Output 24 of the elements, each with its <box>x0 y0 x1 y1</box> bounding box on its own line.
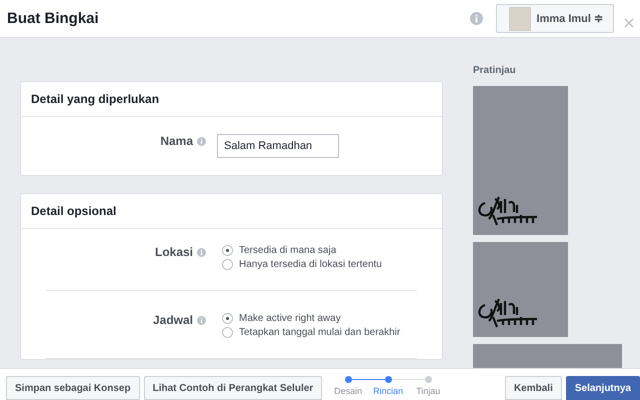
next-button[interactable]: Selanjutnya <box>566 376 640 400</box>
radio-option[interactable]: Make active right away <box>222 313 400 324</box>
card-title: Detail yang diperlukan <box>21 82 442 117</box>
back-button[interactable]: Kembali <box>504 376 562 400</box>
field-label: Jadwal <box>152 313 193 327</box>
info-icon[interactable] <box>197 248 206 256</box>
footer-button[interactable]: Simpan sebagai Konsep <box>6 376 140 400</box>
info-icon[interactable] <box>470 12 483 25</box>
info-icon[interactable] <box>197 136 206 146</box>
window-title: Buat Bingkai <box>7 10 100 27</box>
photo-placeholder <box>508 6 531 30</box>
footer-button[interactable]: Lihat Contoh di Perangkat Seluler <box>144 376 322 400</box>
preview-title: Pratinjau <box>473 65 517 76</box>
radio-option[interactable]: Tetapkan tanggal mulai dan berakhir <box>222 327 400 338</box>
close-icon[interactable] <box>624 18 634 28</box>
field-label: Nama <box>160 134 193 148</box>
info-icon[interactable] <box>197 316 206 324</box>
name-input[interactable]: Salam Ramadhan <box>217 134 339 158</box>
card-title: Detail opsional <box>21 194 442 229</box>
radio-option[interactable]: Tersedia di mana saja <box>222 245 382 256</box>
field-label: Lokasi <box>154 245 193 259</box>
radio-option[interactable]: Hanya tersedia di lokasi tertentu <box>222 259 382 270</box>
account-selector[interactable]: Imma Imul ≑ <box>496 4 614 33</box>
step-label[interactable]: Rincian <box>373 386 404 396</box>
